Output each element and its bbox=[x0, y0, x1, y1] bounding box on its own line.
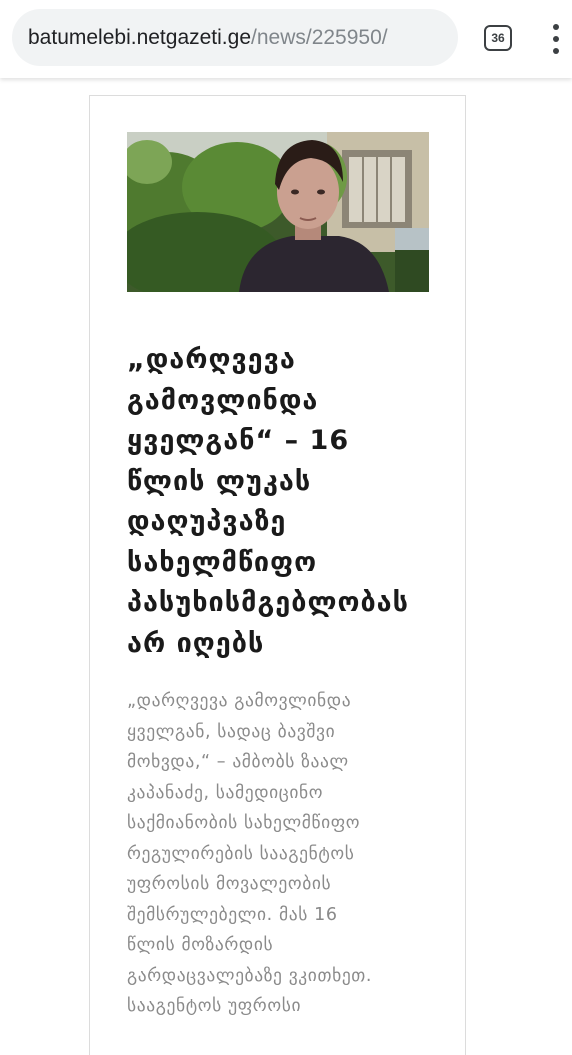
article-lead: „დარღვევა გამოვლინდა ყველგან, სადაც ბავშ… bbox=[127, 691, 373, 1016]
page-content: „დარღვევა გამოვლინდა ყველგან“ – 16 წლის … bbox=[0, 78, 572, 1055]
address-bar[interactable]: batumelebi.netgazeti.ge/news/225950/ bbox=[12, 9, 458, 66]
url-path: /news/225950/ bbox=[251, 25, 388, 49]
tab-count: 36 bbox=[491, 31, 505, 45]
article-headline[interactable]: „დარღვევა გამოვლინდა ყველგან“ – 16 წლის … bbox=[127, 340, 472, 664]
article-card: „დარღვევა გამოვლინდა ყველგან“ – 16 წლის … bbox=[89, 95, 466, 1055]
tab-switcher-icon[interactable]: 36 bbox=[484, 25, 512, 51]
url-domain: batumelebi.netgazeti.ge bbox=[28, 25, 251, 49]
browser-toolbar: batumelebi.netgazeti.ge/news/225950/ 36 bbox=[0, 0, 572, 78]
photo-illustration bbox=[127, 132, 429, 292]
article-photo[interactable] bbox=[127, 132, 429, 292]
more-vert-icon[interactable] bbox=[544, 24, 568, 54]
